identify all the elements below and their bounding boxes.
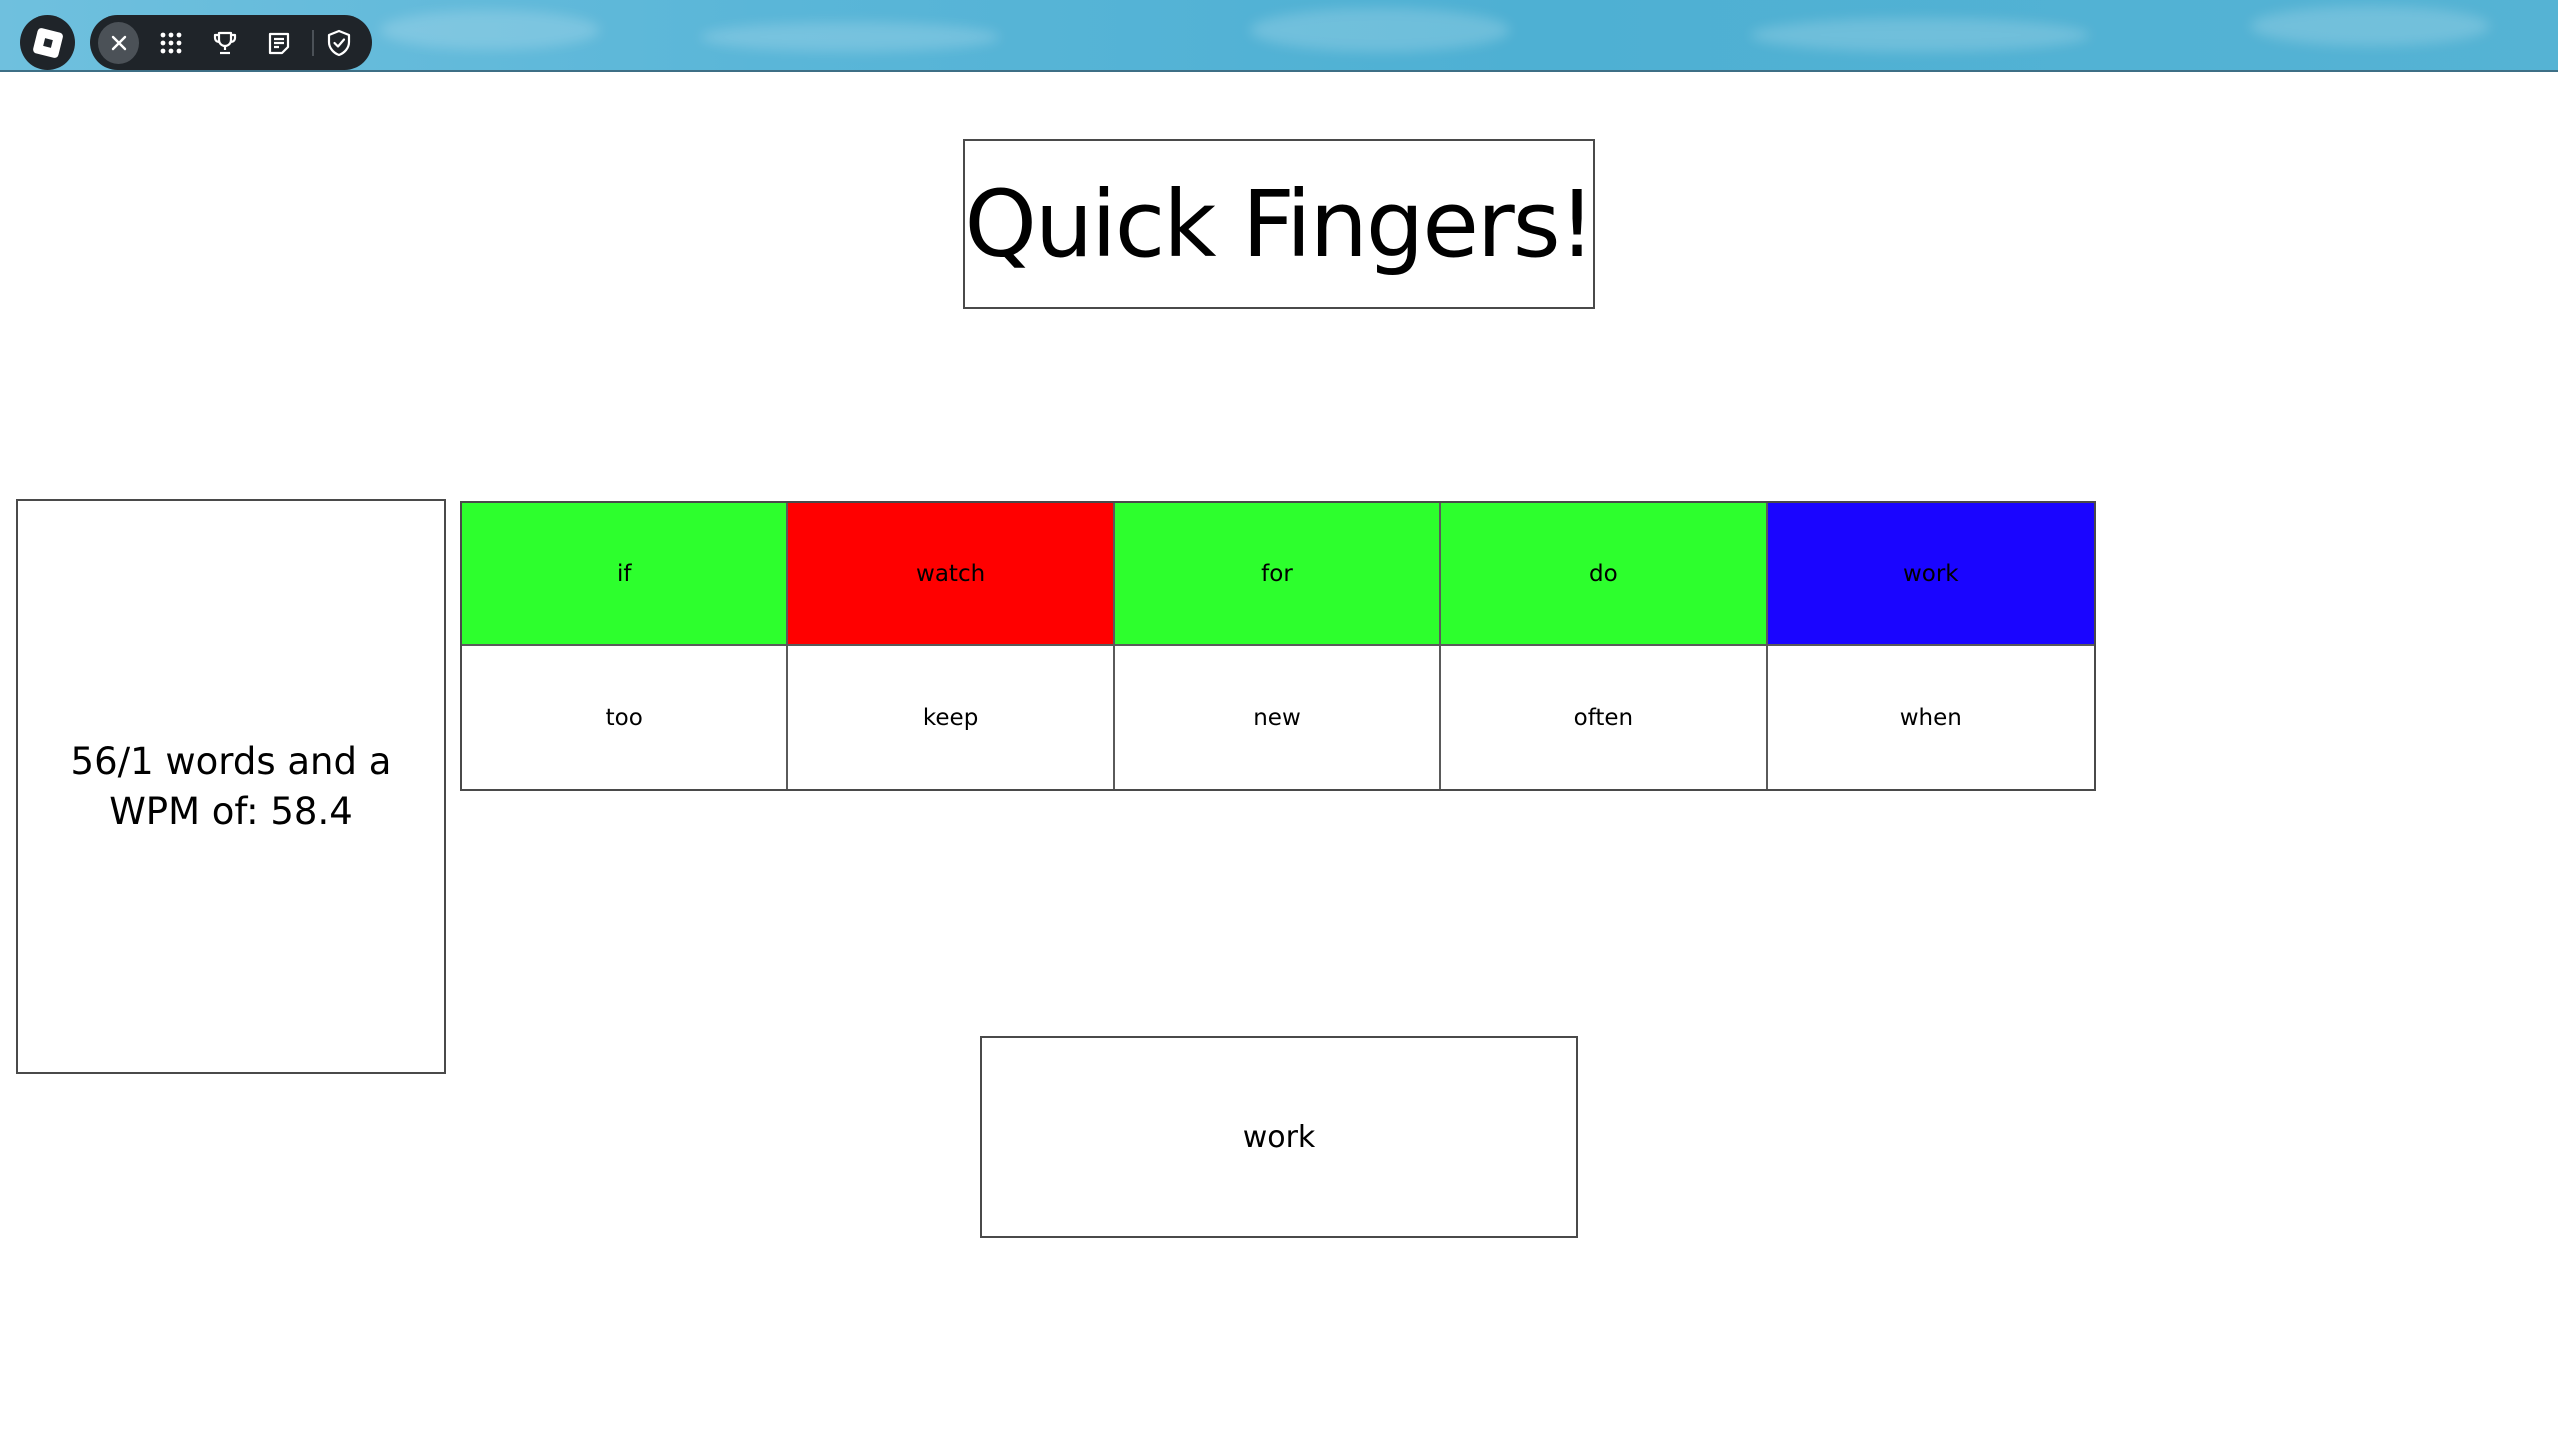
word-cell: new <box>1114 646 1442 789</box>
word-cell: keep <box>788 646 1115 789</box>
word-cell: if <box>462 503 789 646</box>
sky-cloud <box>2250 6 2490 46</box>
stats-panel: 56/1 words and a WPM of: 58.4 <box>16 499 446 1074</box>
word-cell: for <box>1114 503 1442 646</box>
close-icon <box>111 35 126 50</box>
chat-icon <box>269 32 290 54</box>
sky-cloud <box>380 10 600 50</box>
word-cell: often <box>1441 646 1768 789</box>
sky-cloud <box>700 22 1000 52</box>
shield-icon <box>328 29 351 56</box>
apps-grid-icon <box>160 32 182 53</box>
apps-button[interactable] <box>149 21 192 65</box>
typing-input-box[interactable]: work <box>980 1036 1578 1238</box>
word-cell: work <box>1767 503 2094 646</box>
word-cell: too <box>462 646 789 789</box>
roblox-toolbar <box>90 15 372 70</box>
toolbar-separator <box>311 29 314 56</box>
word-cell: do <box>1441 503 1768 646</box>
roblox-logo-icon <box>31 26 64 59</box>
sky-cloud <box>1250 8 1510 52</box>
word-cell: when <box>1767 646 2094 789</box>
game-title-frame: Quick Fingers! <box>963 139 1596 309</box>
trophy-icon <box>213 31 237 54</box>
roblox-menu-button[interactable] <box>20 15 75 70</box>
chat-button[interactable] <box>258 21 301 65</box>
game-title: Quick Fingers! <box>964 170 1595 278</box>
sky-cloud <box>1750 18 2090 52</box>
word-cell: watch <box>788 503 1115 646</box>
safety-button[interactable] <box>318 21 361 65</box>
word-grid: if watch for do work too keep new often … <box>460 501 2096 791</box>
wpm-stats: 56/1 words and a WPM of: 58.4 <box>70 739 392 833</box>
top-bar <box>0 0 2558 72</box>
current-word: work <box>1242 1119 1316 1155</box>
leaderboard-button[interactable] <box>203 21 246 65</box>
close-button[interactable] <box>98 21 140 64</box>
